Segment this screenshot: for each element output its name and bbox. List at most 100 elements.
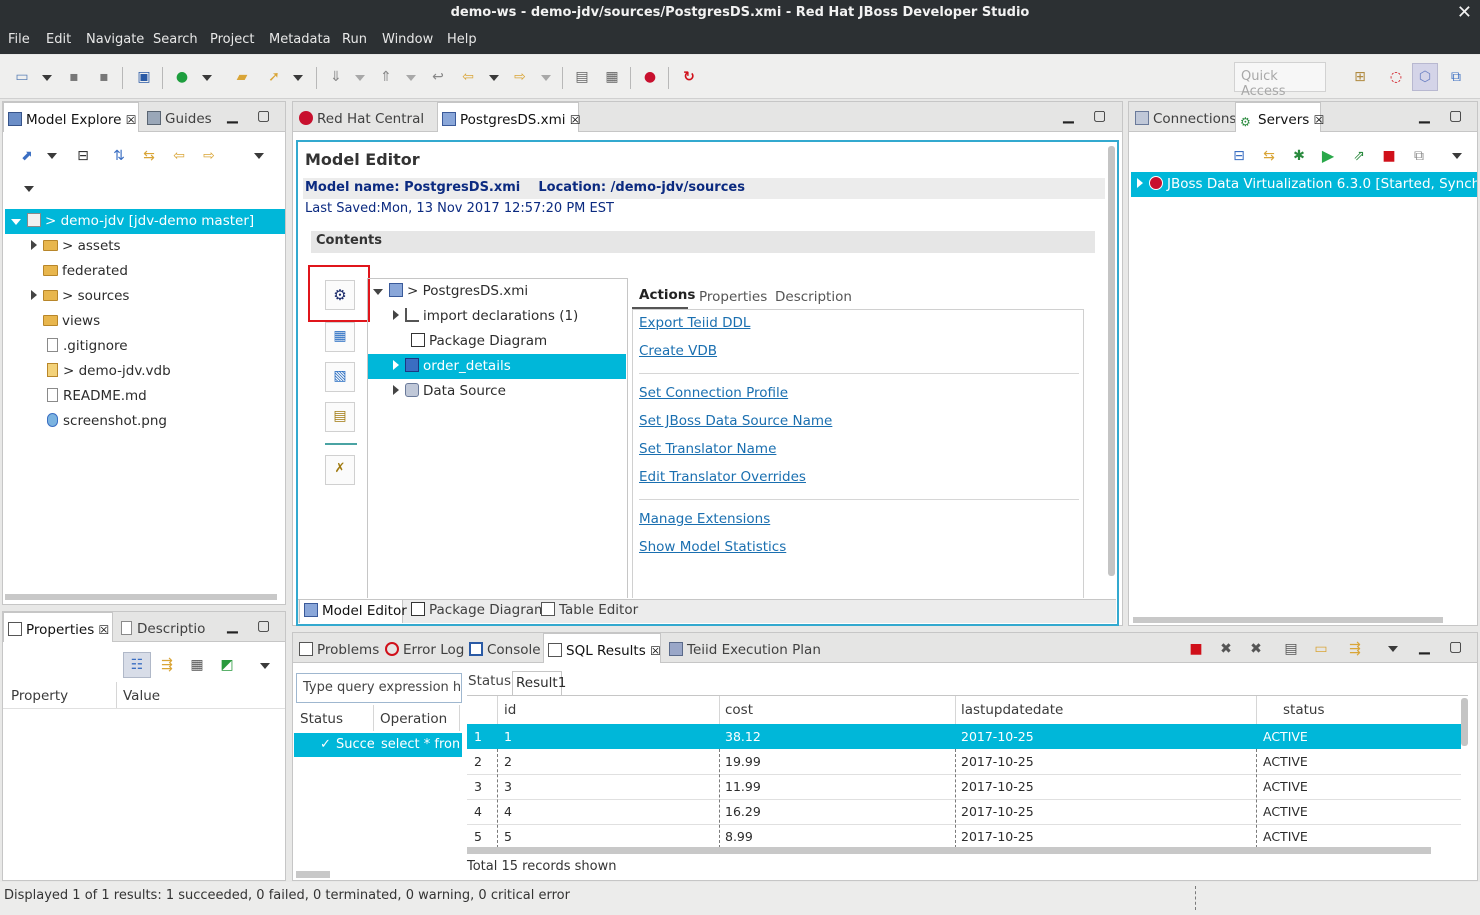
tree-item-readme[interactable]: README.md <box>47 384 147 409</box>
menu-metadata[interactable]: Metadata <box>269 32 331 47</box>
minimize-icon[interactable]: ▁ <box>227 618 238 634</box>
restore-default-icon[interactable]: ◩ <box>219 657 235 673</box>
xml-icon[interactable]: ✗ <box>325 455 355 485</box>
minimize-icon[interactable]: ▁ <box>1419 108 1430 124</box>
new-dropdown-icon[interactable] <box>42 75 52 81</box>
close-tab-icon[interactable]: ☒ <box>126 113 137 127</box>
add-view-icon[interactable]: ▧ <box>325 362 355 392</box>
vertical-scrollbar[interactable] <box>1461 698 1468 746</box>
save-result-icon[interactable]: ▭ <box>1313 641 1329 657</box>
tree-item-federated[interactable]: federated <box>43 259 128 284</box>
new-wizard-icon[interactable]: ▭ <box>14 69 30 85</box>
back-nav-icon[interactable]: ⇦ <box>171 148 187 164</box>
stop-server-icon[interactable]: ■ <box>1381 148 1397 164</box>
tab-package-diagram[interactable]: Package Diagram <box>407 599 547 623</box>
tab-table-editor[interactable]: Table Editor <box>537 599 638 623</box>
tab-result1[interactable]: Result1 <box>512 671 566 695</box>
prev-annotation-icon[interactable]: ⇑ <box>378 69 394 85</box>
tree-item-sources[interactable]: > sources <box>31 284 129 309</box>
query-filter-input[interactable]: Type query expression here <box>296 673 462 703</box>
tab-console[interactable]: Console <box>465 633 541 663</box>
show-categories-icon[interactable]: ☷ <box>129 657 145 673</box>
close-tab-icon[interactable]: ☒ <box>570 113 581 127</box>
maximize-icon[interactable]: ▢ <box>1449 639 1462 655</box>
remove-result-icon[interactable]: ✖ <box>1218 641 1234 657</box>
refresh-icon[interactable]: ↻ <box>681 69 697 85</box>
show-model-statistics-link[interactable]: Show Model Statistics <box>639 539 786 555</box>
tree-item-package-diagram[interactable]: Package Diagram <box>411 329 547 354</box>
tree-item-vdb[interactable]: > demo-jdv.vdb <box>47 359 171 384</box>
create-vdb-link[interactable]: Create VDB <box>639 343 717 359</box>
forward-dropdown-icon[interactable] <box>541 75 551 81</box>
sort-icon[interactable]: ⇅ <box>111 148 127 164</box>
minimize-icon[interactable]: ▁ <box>1419 639 1430 655</box>
tab-actions[interactable]: Actions <box>639 287 695 303</box>
view-menu-icon[interactable] <box>260 663 270 669</box>
close-window-icon[interactable]: ✕ <box>1457 2 1472 23</box>
maximize-icon[interactable]: ▢ <box>1449 108 1462 124</box>
link-editor-icon[interactable]: ⇆ <box>141 148 157 164</box>
forward-icon[interactable]: ⇨ <box>512 69 528 85</box>
tab-model-explorer[interactable]: Model Explore ☒ <box>3 102 139 132</box>
menu-file[interactable]: File <box>8 32 30 47</box>
expand-arrow-icon[interactable] <box>393 310 399 320</box>
run-server-icon[interactable]: ● <box>174 69 190 85</box>
expand-arrow-icon[interactable] <box>393 385 399 395</box>
tab-teiid-execution-plan[interactable]: Teiid Execution Plan <box>665 633 821 663</box>
tab-servers[interactable]: ⚙ Servers ☒ <box>1235 102 1324 132</box>
view-menu-icon[interactable] <box>254 153 264 159</box>
tab-description[interactable]: Descriptio <box>117 612 217 642</box>
new-model-icon[interactable]: ⬈ <box>19 148 35 164</box>
clipboard-icon[interactable]: ▤ <box>574 69 590 85</box>
set-connection-profile-link[interactable]: Set Connection Profile <box>639 385 788 401</box>
launch-dropdown-icon[interactable] <box>293 75 303 81</box>
tab-redhat-central[interactable]: Red Hat Central <box>295 102 433 132</box>
expand-arrow-icon[interactable] <box>393 360 399 370</box>
export-icon[interactable]: ▤ <box>1283 641 1299 657</box>
new-child-icon[interactable]: ⚙ <box>325 280 355 310</box>
minimize-icon[interactable]: ▁ <box>227 108 238 124</box>
tab-problems[interactable]: Problems <box>295 633 379 663</box>
close-tab-icon[interactable]: ☒ <box>1314 113 1325 127</box>
tree-item-data-source[interactable]: Data Source <box>393 379 506 404</box>
tab-postgresds[interactable]: PostgresDS.xmi ☒ <box>437 102 581 132</box>
set-translator-name-link[interactable]: Set Translator Name <box>639 441 776 457</box>
menu-search[interactable]: Search <box>153 32 198 47</box>
tab-error-log[interactable]: Error Log <box>381 633 464 663</box>
tab-model-editor[interactable]: Model Editor <box>299 599 407 623</box>
tree-item-gitignore[interactable]: .gitignore <box>47 334 128 359</box>
horizontal-scrollbar[interactable] <box>5 594 277 600</box>
horizontal-scrollbar[interactable] <box>467 847 1431 854</box>
publish-icon[interactable]: ⧉ <box>1411 148 1427 164</box>
add-table-icon[interactable]: ▦ <box>325 322 355 352</box>
close-tab-icon[interactable]: ☒ <box>650 644 661 658</box>
tree-item-screenshot[interactable]: screenshot.png <box>47 409 167 434</box>
menu-navigate[interactable]: Navigate <box>86 32 144 47</box>
next-annotation-icon[interactable]: ⇓ <box>328 69 344 85</box>
manage-extensions-link[interactable]: Manage Extensions <box>639 511 770 527</box>
open-perspective-icon[interactable]: ⊞ <box>1352 69 1368 85</box>
tree-item-assets[interactable]: > assets <box>31 234 121 259</box>
expand-arrow-icon[interactable] <box>31 240 37 250</box>
edit-translator-overrides-link[interactable]: Edit Translator Overrides <box>639 469 806 485</box>
save-icon[interactable]: ▪ <box>66 69 82 85</box>
server-row[interactable]: JBoss Data Virtualization 6.3.0 [Started… <box>1131 172 1477 197</box>
horizontal-scrollbar[interactable] <box>296 871 330 878</box>
debug-server-icon[interactable]: ✱ <box>1291 148 1307 164</box>
save-all-icon[interactable]: ▪ <box>96 69 112 85</box>
properties-table-icon[interactable]: ▦ <box>189 657 205 673</box>
prev-annotation-dropdown-icon[interactable] <box>406 75 416 81</box>
quick-access-input[interactable]: Quick Access <box>1234 62 1326 99</box>
tab-action-properties[interactable]: Properties <box>699 289 767 305</box>
close-tab-icon[interactable]: ☒ <box>99 623 110 637</box>
menu-help[interactable]: Help <box>447 32 477 47</box>
teiid-designer-perspective-icon[interactable]: ⬡ <box>1417 69 1433 85</box>
filter-menu-icon[interactable] <box>24 186 34 192</box>
collapse-arrow-icon[interactable] <box>373 289 383 295</box>
show-advanced-icon[interactable]: ⇶ <box>159 657 175 673</box>
view-menu-icon[interactable] <box>1452 153 1462 159</box>
expand-arrow-icon[interactable] <box>1137 178 1143 188</box>
add-procedure-icon[interactable]: ▤ <box>325 402 355 432</box>
layout-icon[interactable]: ⇶ <box>1347 641 1363 657</box>
menu-window[interactable]: Window <box>382 32 433 47</box>
